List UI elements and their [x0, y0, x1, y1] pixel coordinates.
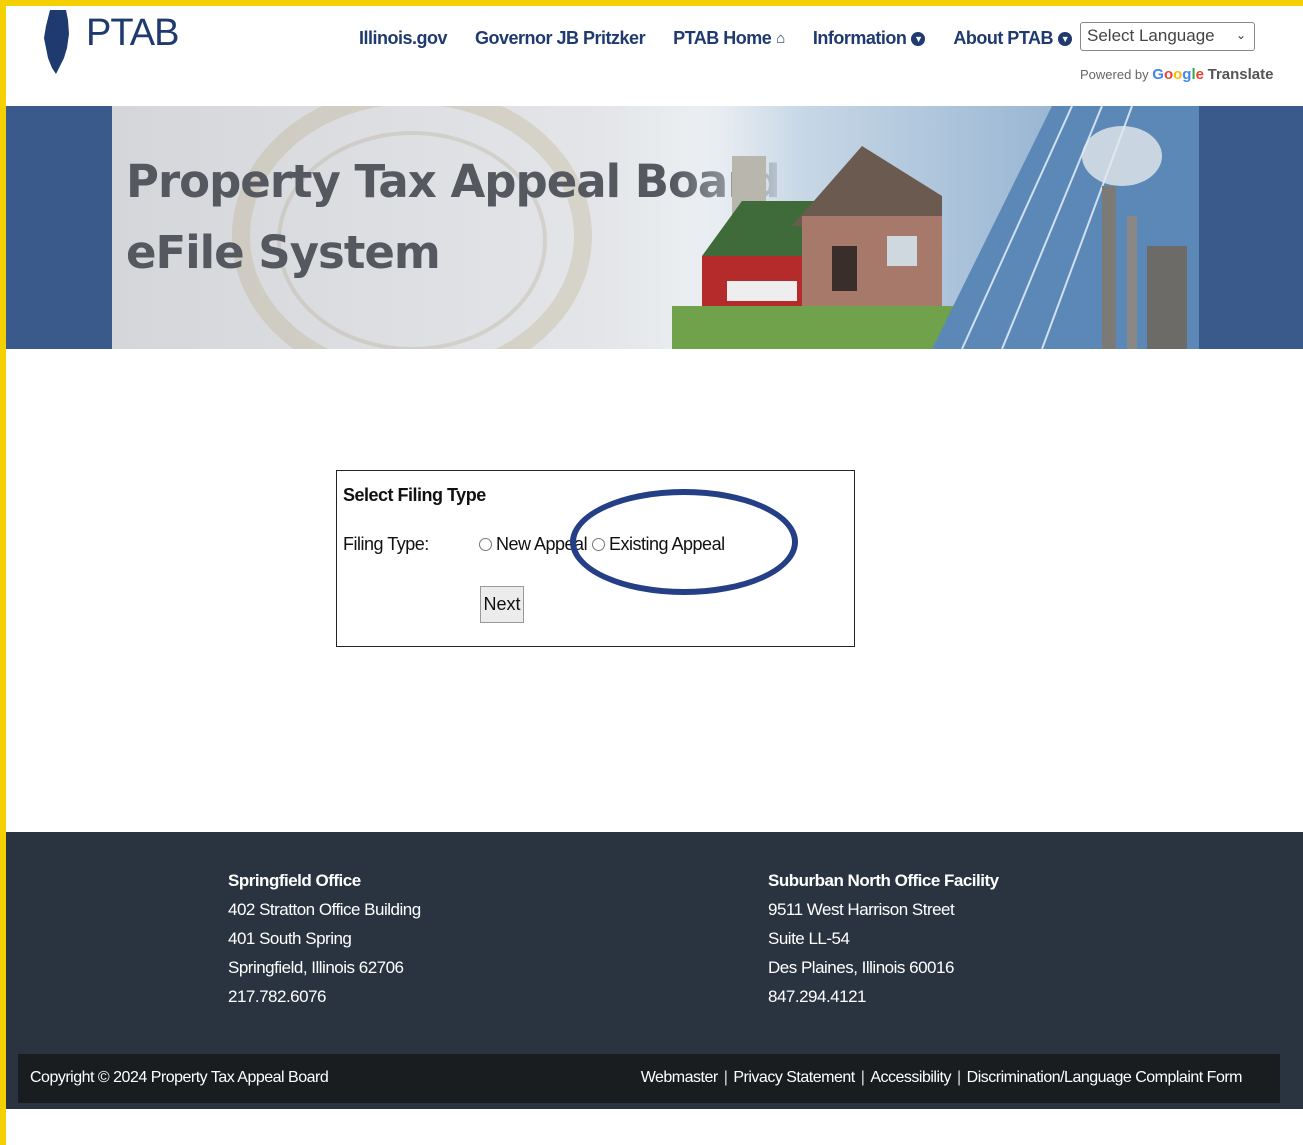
nav-label: Governor JB Pritzker — [475, 28, 646, 48]
ptab-logo[interactable]: PTAB — [42, 8, 179, 78]
office-phone: 217.782.6076 — [228, 987, 326, 1006]
radio-label: Existing Appeal — [609, 534, 725, 554]
nav-about-ptab[interactable]: About PTAB ▼ — [953, 28, 1072, 49]
logo-text: PTAB — [86, 12, 179, 54]
google-logo: Google — [1152, 66, 1204, 83]
nav-ptab-home[interactable]: PTAB Home ⌂ — [673, 28, 785, 49]
footer: Springfield Office 402 Stratton Office B… — [6, 832, 1303, 1109]
nav-label: Information — [812, 28, 907, 48]
nav-information[interactable]: Information ▼ — [813, 28, 926, 49]
nav-label: PTAB Home — [673, 28, 772, 48]
office-line: Suite LL-54 — [768, 929, 850, 948]
nav-governor[interactable]: Governor JB Pritzker — [475, 28, 646, 49]
translate-text: Translate — [1207, 66, 1274, 83]
webmaster-link[interactable]: Webmaster — [641, 1069, 719, 1087]
office-phone: 847.294.4121 — [768, 987, 866, 1006]
copyright-bar: Copyright © 2024 Property Tax Appeal Boa… — [18, 1054, 1280, 1103]
page: PTAB Illinois.gov Governor JB Pritzker P… — [6, 6, 1303, 1145]
nav-illinois-gov[interactable]: Illinois.gov — [359, 28, 448, 49]
filing-type-label: Filing Type: — [343, 534, 429, 554]
radio-circle[interactable] — [479, 538, 492, 551]
office-line: 402 Stratton Office Building — [228, 900, 421, 919]
radio-new-appeal[interactable]: New Appeal — [479, 534, 588, 555]
radio-circle[interactable] — [592, 538, 605, 551]
suburban-north-office: Suburban North Office Facility 9511 West… — [768, 866, 999, 1011]
springfield-office: Springfield Office 402 Stratton Office B… — [228, 866, 421, 1011]
language-select[interactable]: Select Language ⌄ — [1080, 22, 1255, 51]
main-nav: Illinois.gov Governor JB Pritzker PTAB H… — [359, 28, 1072, 49]
hero-banner: Property Tax Appeal Board eFile System — [6, 106, 1303, 349]
filing-type-form: Select Filing Type Filing Type: New Appe… — [336, 470, 855, 647]
chevron-down-circle-icon: ▼ — [911, 31, 926, 46]
properties-photo — [672, 106, 1199, 349]
nav-label: Illinois.gov — [359, 28, 448, 48]
form-title: Select Filing Type — [343, 485, 486, 505]
radio-label: New Appeal — [496, 534, 588, 554]
privacy-statement-link[interactable]: Privacy Statement — [733, 1069, 855, 1087]
office-name: Springfield Office — [228, 871, 361, 890]
chevron-down-icon: ⌄ — [1235, 28, 1246, 42]
office-line: 401 South Spring — [228, 929, 352, 948]
office-line: 9511 West Harrison Street — [768, 900, 955, 919]
office-line: Springfield, Illinois 62706 — [228, 958, 404, 977]
accessibility-link[interactable]: Accessibility — [870, 1069, 951, 1087]
link-separator: | — [723, 1069, 728, 1086]
home-icon: ⌂ — [776, 30, 785, 47]
footer-links: Webmaster | Privacy Statement | Accessib… — [641, 1069, 1243, 1087]
powered-by-text: Powered by — [1080, 67, 1149, 82]
language-select-value: Select Language — [1087, 26, 1215, 45]
next-button[interactable]: Next — [480, 586, 524, 623]
top-header: PTAB Illinois.gov Governor JB Pritzker P… — [6, 6, 1303, 106]
chevron-down-circle-icon: ▼ — [1057, 31, 1072, 46]
complaint-form-link[interactable]: Discrimination/Language Complaint Form — [967, 1069, 1243, 1087]
radio-existing-appeal[interactable]: Existing Appeal — [592, 534, 725, 555]
link-separator: | — [956, 1069, 961, 1086]
nav-label: About PTAB — [953, 28, 1053, 48]
office-line: Des Plaines, Illinois 60016 — [768, 958, 954, 977]
powered-by-google-translate[interactable]: Powered by Google Translate — [1080, 66, 1273, 83]
copyright-text: Copyright © 2024 Property Tax Appeal Boa… — [30, 1069, 329, 1086]
link-separator: | — [860, 1069, 865, 1086]
banner-image: Property Tax Appeal Board eFile System — [112, 106, 1199, 349]
illinois-map-icon — [44, 10, 69, 74]
office-name: Suburban North Office Facility — [768, 871, 999, 890]
